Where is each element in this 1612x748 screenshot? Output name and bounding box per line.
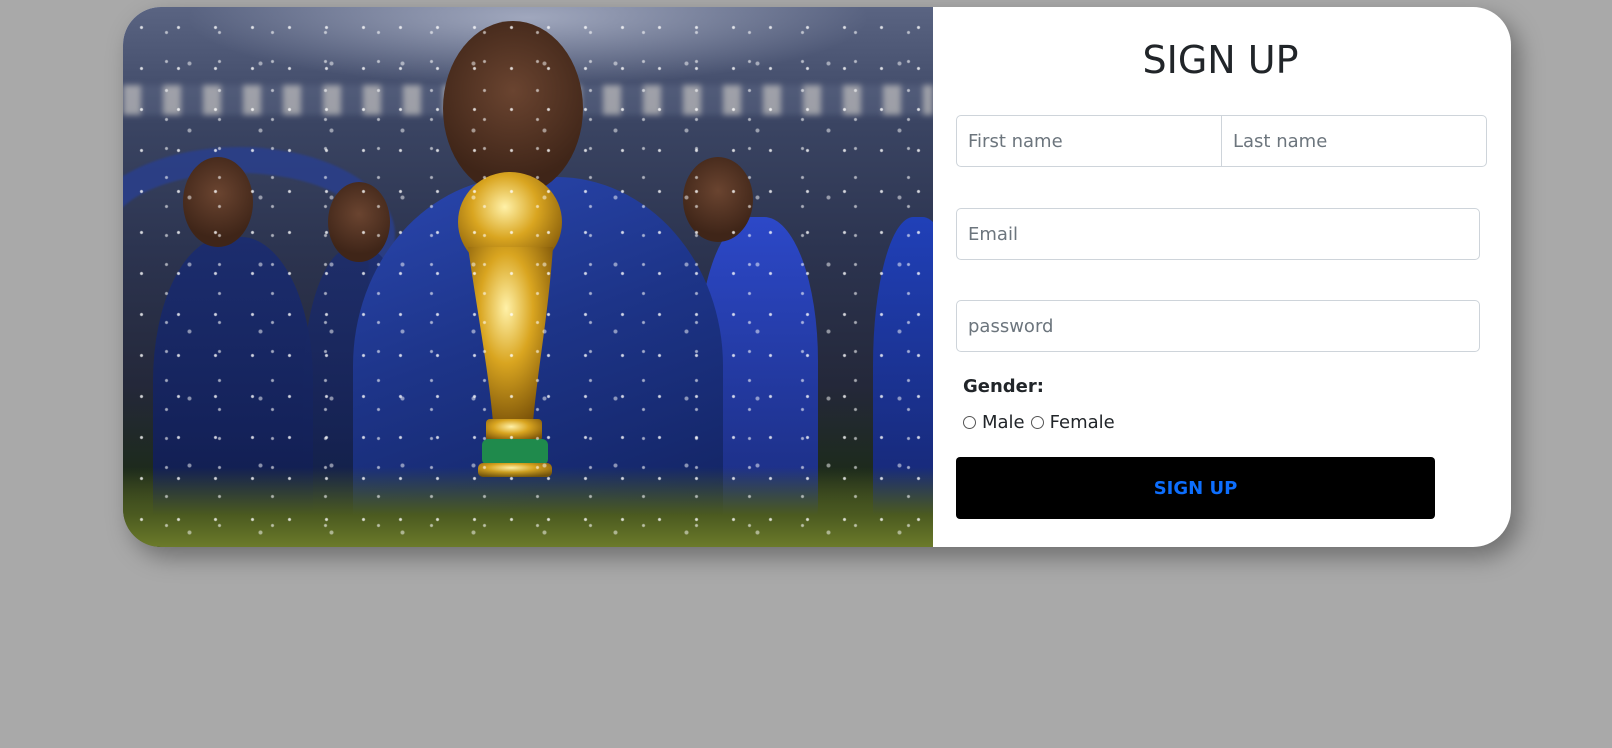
gender-male-radio[interactable] xyxy=(963,416,976,429)
gender-label: Gender: xyxy=(963,376,1044,397)
gender-radio-group: Male Female xyxy=(963,412,1121,433)
last-name-field[interactable] xyxy=(1221,115,1487,167)
first-name-field[interactable] xyxy=(956,115,1222,167)
gender-male-label: Male xyxy=(982,412,1025,433)
gender-female-label: Female xyxy=(1049,412,1115,433)
email-field[interactable] xyxy=(956,208,1480,260)
page-title: SIGN UP xyxy=(1142,38,1299,82)
password-field[interactable] xyxy=(956,300,1480,352)
hero-photo xyxy=(123,7,933,547)
sign-up-button[interactable]: SIGN UP xyxy=(956,457,1435,519)
gender-female-radio[interactable] xyxy=(1030,416,1044,429)
rain-confetti-overlay xyxy=(123,7,933,547)
